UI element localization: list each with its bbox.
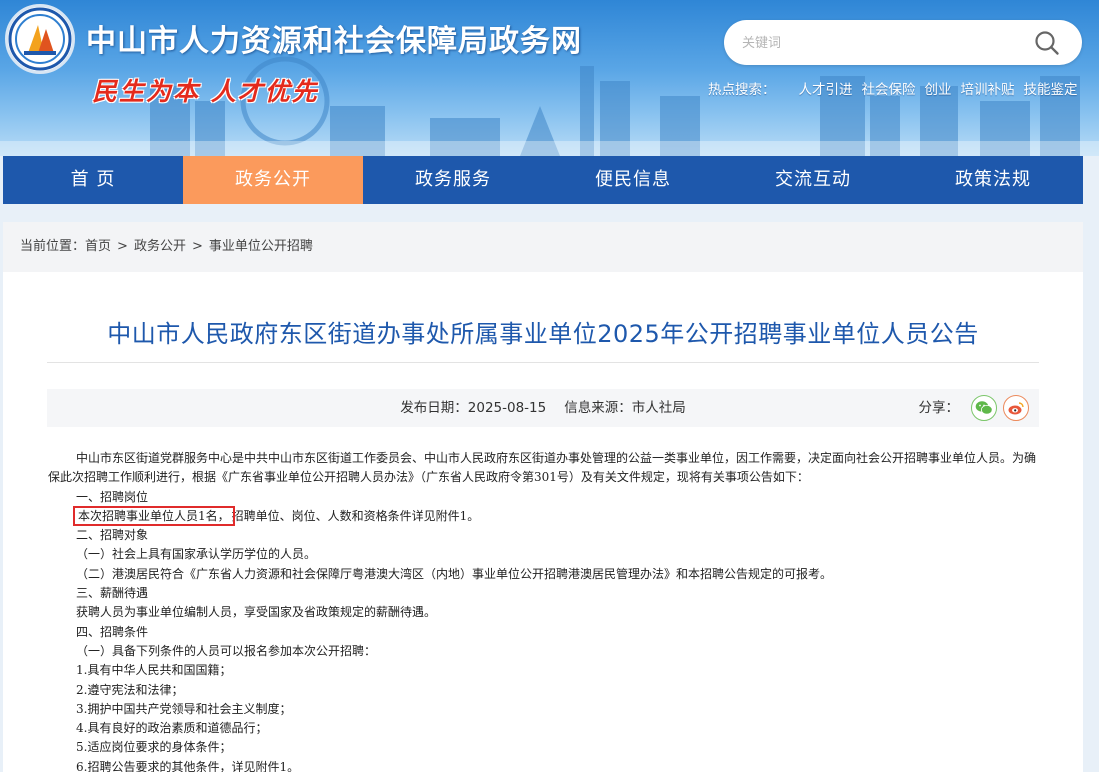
wechat-icon	[975, 401, 993, 415]
nav-services[interactable]: 政务服务	[363, 156, 543, 204]
article-body: 中山市东区街道党群服务中心是中共中山市东区街道工作委员会、中山市人民政府东区街道…	[48, 449, 1040, 772]
condition-item: 5.适应岗位要求的身体条件；	[76, 740, 232, 755]
content-area: 当前位置：首页 > 政务公开 > 事业单位公开招聘 中山市人民政府东区街道办事处所属事业…	[3, 222, 1083, 772]
share-weibo-button[interactable]	[1003, 395, 1029, 421]
share-bar: 分享：	[918, 395, 1029, 421]
search-input[interactable]	[742, 31, 1022, 55]
logo-emblem-icon	[8, 7, 72, 71]
article-meta: 发布日期：2025-08-15 信息来源：市人社局	[47, 389, 1039, 427]
breadcrumb-recruitment[interactable]: 事业单位公开招聘	[209, 239, 313, 254]
hot-search-bar: 热点搜索： 人才引进 社会保险 创业 培训补贴 技能鉴定	[708, 78, 1078, 98]
title-divider	[47, 362, 1039, 363]
date-label: 发布日期：	[400, 400, 468, 416]
site-logo[interactable]	[5, 4, 75, 74]
breadcrumb-separator: >	[191, 239, 203, 254]
breadcrumb: 当前位置：首页 > 政务公开 > 事业单位公开招聘	[3, 222, 1083, 272]
header-banner: 中山市人力资源和社会保障局政务网 民生为本 人才优先 热点搜索： 人才引进 社会…	[0, 0, 1099, 156]
main-nav: 首 页 政务公开 政务服务 便民信息 交流互动 政策法规	[3, 156, 1083, 204]
hot-link-talent[interactable]: 人才引进	[799, 78, 853, 98]
section-heading-conditions: 四、招聘条件	[76, 624, 149, 639]
breadcrumb-label: 当前位置：	[20, 239, 86, 254]
condition-item: 6.招聘公告要求的其他条件，详见附件1。	[76, 759, 300, 772]
weibo-icon	[1008, 402, 1024, 415]
slogan: 民生为本 人才优先	[92, 77, 319, 106]
condition-item: 4.具有良好的政治素质和道德品行；	[76, 721, 268, 736]
nav-interaction[interactable]: 交流互动	[723, 156, 903, 204]
condition-item: 3.拥护中国共产党领导和社会主义制度；	[76, 701, 292, 716]
share-label: 分享：	[918, 400, 960, 416]
search-icon[interactable]	[1034, 30, 1060, 56]
breadcrumb-government-affairs[interactable]: 政务公开	[134, 239, 186, 254]
publish-date: 2025-08-15	[467, 400, 547, 416]
nav-policy[interactable]: 政策法规	[903, 156, 1083, 204]
positions-detail: 招聘单位、岗位、人数和资格条件详见附件1。	[231, 508, 480, 523]
target-item-1: （一）社会上具有国家承认学历学位的人员。	[76, 547, 317, 562]
nav-home[interactable]: 首 页	[3, 156, 183, 204]
info-source: 市人社局	[631, 400, 686, 416]
breadcrumb-home[interactable]: 首页	[85, 239, 111, 254]
article-meta-bar: 发布日期：2025-08-15 信息来源：市人社局 分享：	[47, 389, 1039, 427]
nav-public-info[interactable]: 便民信息	[543, 156, 723, 204]
conditions-intro: （一）具备下列条件的人员可以报名参加本次公开招聘：	[76, 643, 377, 658]
condition-item: 1.具有中华人民共和国国籍；	[76, 663, 232, 678]
article-title: 中山市人民政府东区街道办事处所属事业单位2025年公开招聘事业单位人员公告	[107, 320, 979, 348]
positions-paragraph: 本次招聘事业单位人员1名， 招聘单位、岗位、人数和资格条件详见附件1。	[48, 505, 1040, 526]
condition-item: 2.遵守宪法和法律；	[76, 682, 184, 697]
intro-paragraph: 中山市东区街道党群服务中心是中共中山市东区街道工作委员会、中山市人民政府东区街道…	[48, 451, 1037, 485]
nav-government-affairs[interactable]: 政务公开	[183, 156, 363, 204]
hot-link-startup[interactable]: 创业	[925, 78, 952, 98]
source-label: 信息来源：	[564, 400, 632, 416]
search-box	[724, 20, 1082, 65]
hot-link-skill-appraisal[interactable]: 技能鉴定	[1024, 78, 1078, 98]
share-wechat-button[interactable]	[971, 395, 997, 421]
hot-search-label: 热点搜索：	[708, 82, 776, 98]
target-item-2: （二）港澳居民符合《广东省人力资源和社会保障厅粤港澳大湾区（内地）事业单位公开招…	[76, 566, 833, 581]
section-heading-salary: 三、薪酬待遇	[76, 586, 149, 601]
highlighted-recruit-count: 本次招聘事业单位人员1名，	[73, 505, 235, 526]
hot-link-social-insurance[interactable]: 社会保险	[862, 78, 916, 98]
site-title: 中山市人力资源和社会保障局政务网	[86, 24, 582, 59]
hot-link-training-subsidy[interactable]: 培训补贴	[961, 78, 1015, 98]
section-heading-targets: 二、招聘对象	[76, 528, 149, 543]
salary-paragraph: 获聘人员为事业单位编制人员，享受国家及省政策规定的薪酬待遇。	[76, 605, 437, 620]
section-heading-positions: 一、招聘岗位	[76, 489, 149, 504]
breadcrumb-separator: >	[117, 239, 128, 254]
